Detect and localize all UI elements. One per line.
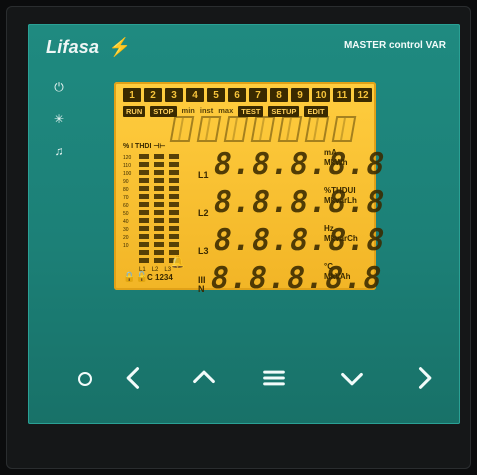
tab-2: 2 (144, 88, 162, 102)
row-units: %THDUI MkvarLh (324, 186, 374, 206)
chevron-down-icon (341, 372, 363, 386)
row-label: L3 (198, 246, 209, 256)
measurement-row-2: L2 8.8.8.8.8 %THDUI MkvarLh (198, 180, 388, 220)
left-button[interactable] (112, 356, 156, 400)
segment-1 (172, 116, 192, 142)
capacitor-label: C 1234 (147, 273, 173, 282)
step-tabs: 1 2 3 4 5 6 7 8 9 10 11 12 (123, 88, 372, 102)
bell-icon: ♫ (54, 144, 64, 158)
measurement-row-1: L1 8.8.8.8.8 mA MkWh (198, 142, 388, 182)
chevron-up-icon (193, 370, 215, 384)
row-unit-2: MkvarCh (324, 234, 358, 243)
row-units: Hz MkvarCh (324, 224, 374, 244)
measurement-row-3: L3 8.8.8.8.8 Hz MkvarCh (198, 218, 388, 258)
tab-5: 5 (207, 88, 225, 102)
model-label: MASTER control VAR (343, 40, 446, 51)
tab-4: 4 (186, 88, 204, 102)
row-units: °C MkVAh (324, 262, 374, 282)
segment-3 (226, 116, 246, 142)
chevron-right-icon (418, 367, 432, 389)
scale-tick: 80 (123, 187, 129, 193)
scale-tick: 50 (123, 211, 129, 217)
bar-l1 (139, 154, 149, 266)
sun-icon: ✳ (53, 112, 65, 126)
tab-10: 10 (312, 88, 330, 102)
row-unit-1: Hz (324, 224, 334, 233)
row-unit-1: °C (324, 262, 333, 271)
menu-icon (263, 370, 285, 386)
run-indicator: RUN (123, 106, 146, 117)
menu-button[interactable] (252, 356, 296, 400)
scale-tick: 30 (123, 227, 129, 233)
row-unit-1: %THDUI (324, 186, 356, 195)
row-label: L1 (198, 170, 209, 180)
meter-scale: 120 110 100 90 80 70 60 50 40 30 20 10 (123, 154, 139, 266)
lcd-display: 1 2 3 4 5 6 7 8 9 10 11 12 RUN STOP min … (114, 82, 388, 296)
alarm-bell-icon: 🔔 (170, 255, 185, 269)
row-label: L2 (198, 208, 209, 218)
scale-tick: 70 (123, 195, 129, 201)
power-icon: ⏻ (54, 80, 64, 94)
scale-tick: 20 (123, 235, 129, 241)
tab-12: 12 (354, 88, 372, 102)
lock-icons: 🔒🔓 (123, 272, 148, 283)
chevron-left-icon (126, 367, 140, 389)
brand-logo: Lifasa ⚡ (46, 37, 131, 58)
meter-bars (139, 154, 179, 266)
right-button[interactable] (402, 356, 446, 400)
segment-2 (199, 116, 219, 142)
scale-tick: 90 (123, 179, 129, 185)
scale-tick: 60 (123, 203, 129, 209)
measurement-row-4: III N 8.8.8.8.8 °C MkVAh (198, 256, 385, 296)
scale-tick: 10 (123, 243, 129, 249)
alphanumeric-segments (172, 116, 354, 142)
tab-11: 11 (333, 88, 351, 102)
segment-5 (280, 116, 300, 142)
brand-name: Lifasa (46, 37, 100, 57)
row-unit-1: mA (324, 148, 337, 157)
scale-tick: 110 (123, 163, 131, 169)
segment-7 (334, 116, 354, 142)
tab-6: 6 (228, 88, 246, 102)
row-unit-2: MkWh (324, 158, 348, 167)
tab-3: 3 (165, 88, 183, 102)
row-unit-2: MkVAh (324, 272, 351, 281)
tab-8: 8 (270, 88, 288, 102)
measurement-rows: L1 8.8.8.8.8 mA MkWh L2 8.8.8.8.8 %THDUI… (198, 142, 388, 296)
meter-header: % I THDI ⊣⊢ (123, 143, 166, 150)
bar-meter: % I THDI ⊣⊢ 120 110 100 90 80 70 60 50 4… (123, 142, 183, 273)
brand-mark: ⚡ (108, 37, 132, 57)
button-bar (56, 356, 477, 406)
segment-4 (253, 116, 273, 142)
scale-tick: 100 (123, 171, 132, 177)
scale-tick: 120 (123, 155, 132, 161)
front-panel: Lifasa ⚡ MASTER control VAR ⏻ ✳ ♫ 1 2 3 … (28, 24, 460, 424)
down-button[interactable] (330, 356, 374, 400)
tab-1: 1 (123, 88, 141, 102)
row-unit-2: MkvarLh (324, 196, 357, 205)
row-label: III N (198, 275, 206, 294)
scale-tick: 40 (123, 219, 129, 225)
tab-9: 9 (291, 88, 309, 102)
dot-button[interactable] (78, 372, 92, 386)
up-button[interactable] (182, 356, 226, 400)
segment-6 (307, 116, 327, 142)
bar-l3 (169, 154, 179, 266)
row-units: mA MkWh (324, 148, 374, 168)
bar-l2 (154, 154, 164, 266)
tab-7: 7 (249, 88, 267, 102)
